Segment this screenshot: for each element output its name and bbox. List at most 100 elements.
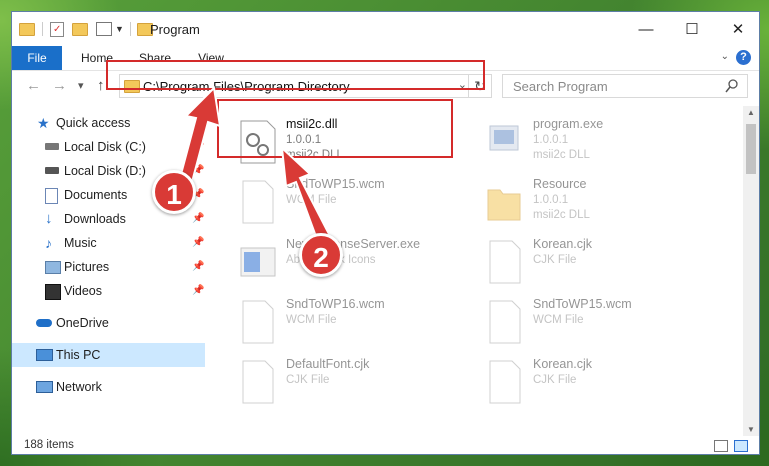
file-highlight bbox=[217, 99, 453, 158]
sidebar-item-videos[interactable]: Videos 📌 bbox=[12, 279, 205, 303]
help-icon[interactable]: ? bbox=[736, 50, 751, 65]
title-bar: ✓ ▼ Program — ☐ ✕ bbox=[12, 12, 759, 46]
sidebar-item-label: Quick access bbox=[56, 116, 131, 130]
large-icons-view-icon[interactable] bbox=[734, 440, 748, 452]
drive-icon bbox=[45, 167, 59, 174]
new-folder-icon[interactable] bbox=[72, 22, 88, 36]
sidebar-item-pictures[interactable]: Pictures 📌 bbox=[12, 255, 205, 279]
navigation-pane: ★ Quick access Local Disk (C:) 📌 Local D… bbox=[12, 106, 205, 436]
sidebar-item-label: Downloads bbox=[64, 212, 126, 226]
sidebar-item-label: Local Disk (C:) bbox=[64, 140, 146, 154]
vertical-scrollbar[interactable]: ▲ ▼ bbox=[743, 106, 759, 436]
minimize-icon: — bbox=[638, 20, 654, 38]
up-button[interactable]: ↑ bbox=[97, 76, 105, 96]
file-type: WCM File bbox=[286, 194, 337, 206]
file-icon bbox=[242, 300, 274, 344]
maximize-button[interactable]: ☐ bbox=[669, 12, 715, 46]
file-description: msii2c DLL bbox=[533, 149, 590, 161]
star-icon: ★ bbox=[37, 115, 50, 131]
pin-icon[interactable]: 📌 bbox=[192, 207, 204, 231]
file-item[interactable]: DefaultFont.cjk CJK File bbox=[233, 354, 473, 410]
item-count: 188 items bbox=[24, 439, 74, 451]
documents-icon bbox=[45, 188, 58, 204]
pin-icon[interactable]: 📌 bbox=[192, 231, 204, 255]
pc-icon bbox=[36, 349, 53, 361]
file-icon bbox=[242, 180, 274, 224]
sidebar-item-local-disk-c[interactable]: Local Disk (C:) 📌 bbox=[12, 135, 205, 159]
sidebar-item-network[interactable]: Network bbox=[12, 375, 205, 399]
step-2-badge: 2 bbox=[299, 233, 343, 277]
sidebar-item-music[interactable]: ♪ Music 📌 bbox=[12, 231, 205, 255]
pin-icon[interactable]: 📌 bbox=[192, 159, 204, 183]
pin-icon[interactable]: 📌 bbox=[192, 279, 204, 303]
network-icon bbox=[36, 381, 53, 393]
scroll-up-icon[interactable]: ▲ bbox=[747, 108, 755, 117]
sidebar-item-label: Network bbox=[56, 380, 102, 394]
details-view-icon[interactable] bbox=[714, 440, 728, 452]
videos-icon bbox=[45, 284, 61, 300]
forward-button[interactable]: → bbox=[52, 76, 67, 96]
downloads-icon: ↓ bbox=[45, 210, 53, 227]
file-version: 1.0.0.1 bbox=[533, 134, 569, 146]
file-icon bbox=[489, 360, 521, 404]
sidebar-item-label: Videos bbox=[64, 284, 102, 298]
sidebar-item-quick-access[interactable]: ★ Quick access bbox=[12, 111, 205, 135]
file-type: CJK File bbox=[533, 254, 577, 266]
sidebar-item-onedrive[interactable]: OneDrive bbox=[12, 311, 205, 335]
customize-icon[interactable] bbox=[96, 22, 112, 36]
back-button[interactable]: ← bbox=[26, 76, 41, 96]
recent-locations-button[interactable]: ▾ bbox=[78, 76, 84, 96]
file-name: SndToWP16.wcm bbox=[286, 297, 385, 311]
file-name: Korean.cjk bbox=[533, 357, 593, 371]
sidebar-item-label: Music bbox=[64, 236, 97, 250]
file-item-program-exe[interactable]: program.exe 1.0.0.1 msii2c DLL bbox=[480, 114, 720, 170]
exe-icon bbox=[240, 247, 276, 277]
file-item[interactable]: SndToWP15.wcm WCM File bbox=[233, 174, 473, 230]
pin-icon[interactable]: 📌 bbox=[192, 255, 204, 279]
file-icon bbox=[489, 240, 521, 284]
close-button[interactable]: ✕ bbox=[715, 12, 759, 46]
file-item[interactable]: SndToWP15.wcm WCM File bbox=[480, 294, 720, 350]
file-description: msii2c DLL bbox=[533, 209, 590, 221]
properties-icon[interactable]: ✓ bbox=[50, 21, 64, 37]
close-icon: ✕ bbox=[731, 21, 745, 38]
file-type: CJK File bbox=[533, 374, 577, 386]
scroll-down-icon[interactable]: ▼ bbox=[747, 425, 755, 434]
pin-icon[interactable]: 📌 bbox=[192, 135, 204, 159]
sidebar-item-label: Pictures bbox=[64, 260, 110, 274]
file-item[interactable]: Korean.cjk CJK File bbox=[480, 354, 720, 410]
minimize-button[interactable]: — bbox=[623, 12, 669, 46]
quick-access-toolbar: ✓ ▼ bbox=[19, 19, 153, 39]
chevron-down-icon[interactable]: ⌄ bbox=[721, 51, 729, 62]
pictures-icon bbox=[45, 261, 61, 274]
file-name: program.exe bbox=[533, 117, 604, 131]
cloud-icon bbox=[36, 319, 52, 327]
address-bar-highlight bbox=[106, 60, 485, 90]
scrollbar-thumb[interactable] bbox=[746, 124, 756, 174]
file-name: Resource bbox=[533, 177, 587, 191]
tab-file[interactable]: File bbox=[12, 46, 62, 70]
file-item[interactable]: Korean.cjk CJK File bbox=[480, 234, 720, 290]
folder-icon[interactable] bbox=[19, 22, 35, 36]
sidebar-item-this-pc[interactable]: This PC bbox=[12, 343, 205, 367]
file-type: WCM File bbox=[286, 314, 337, 326]
file-item[interactable]: NewsLicenseServer.exe Abest Book Icons bbox=[233, 234, 473, 290]
window-title: Program bbox=[150, 22, 200, 37]
chevron-down-icon[interactable]: ▼ bbox=[115, 24, 124, 34]
search-input[interactable]: Search Program bbox=[513, 79, 608, 94]
file-name: Korean.cjk bbox=[533, 237, 593, 251]
exe-icon bbox=[489, 125, 519, 151]
sidebar-item-label: OneDrive bbox=[56, 316, 109, 330]
search-box[interactable]: Search Program bbox=[502, 74, 748, 98]
sidebar-item-label: This PC bbox=[56, 348, 101, 362]
file-type: WCM File bbox=[533, 314, 584, 326]
file-name: DefaultFont.cjk bbox=[286, 357, 370, 371]
search-icon[interactable] bbox=[725, 78, 739, 94]
file-name: SndToWP15.wcm bbox=[533, 297, 632, 311]
file-item[interactable]: SndToWP16.wcm WCM File bbox=[233, 294, 473, 350]
status-bar: 188 items bbox=[12, 436, 759, 454]
maximize-icon: ☐ bbox=[685, 21, 699, 38]
folder-icon bbox=[487, 189, 521, 221]
folder-item-resource[interactable]: Resource 1.0.0.1 msii2c DLL bbox=[480, 174, 720, 230]
step-1-badge: 1 bbox=[152, 170, 196, 214]
